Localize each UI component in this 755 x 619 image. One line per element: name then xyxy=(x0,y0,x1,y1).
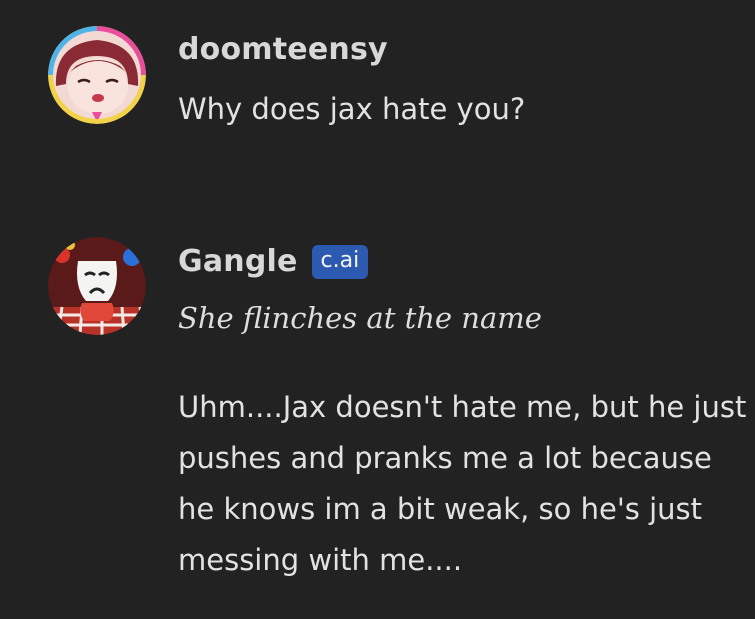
ai-badge: c.ai xyxy=(311,245,369,279)
message-text: Why does jax hate you? xyxy=(178,92,526,126)
avatar[interactable] xyxy=(48,237,146,335)
avatar[interactable] xyxy=(48,26,146,124)
action-text: She flinches at the name xyxy=(178,301,542,335)
message-text: Uhm....Jax doesn't hate me, but he just … xyxy=(178,390,747,577)
anime-girl-avatar-icon xyxy=(48,26,146,124)
gangle-mask-avatar-icon xyxy=(48,237,146,335)
author-name: Gangle xyxy=(178,244,298,279)
author-name: doomteensy xyxy=(178,32,388,67)
